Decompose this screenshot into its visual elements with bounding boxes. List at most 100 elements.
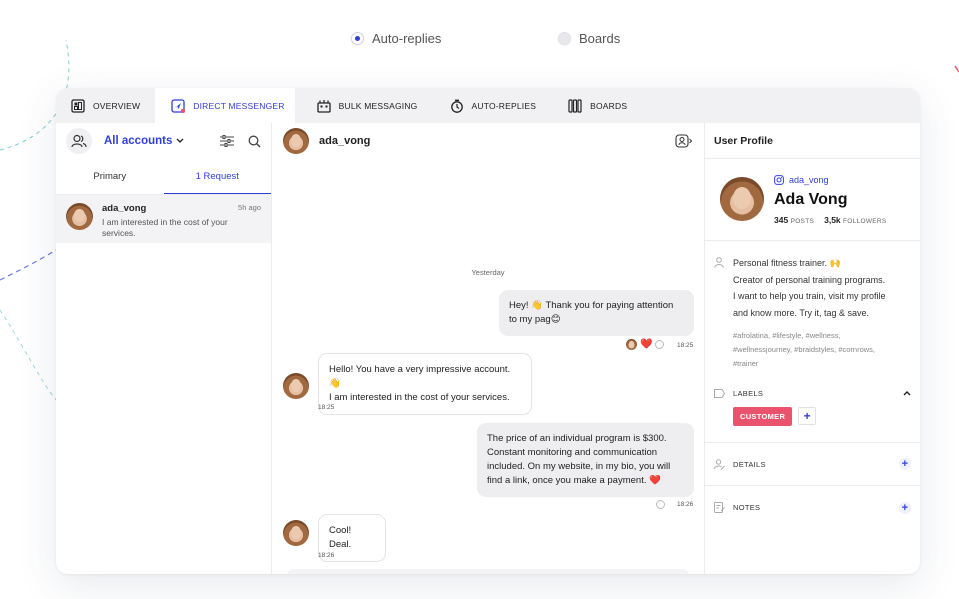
- message-text: Constant monitoring and communication: [487, 447, 658, 458]
- toggle-label: Auto-replies: [372, 31, 442, 46]
- inbox-panel: All accounts Primary 1 Request ada_vong …: [56, 123, 272, 574]
- user-profile-panel: User Profile ada_vong Ada Vong 345 POSTS…: [705, 123, 920, 574]
- tab-bulk-messaging[interactable]: BULK MESSAGING: [295, 88, 440, 123]
- notes-icon: [714, 502, 725, 513]
- profile-handle-text: ada_vong: [789, 175, 829, 185]
- avatar: [66, 203, 93, 230]
- avatar: [283, 520, 309, 546]
- toggle-label: Boards: [579, 31, 621, 46]
- message-reactions: ❤️: [626, 338, 665, 350]
- messenger-icon: [171, 98, 186, 113]
- day-separator: Yesterday: [471, 268, 505, 277]
- profile-card: ada_vong Ada Vong 345 POSTS 3,5k FOLLOWE…: [705, 159, 920, 241]
- hashtag-line: #trainer: [733, 359, 759, 368]
- subtab-primary[interactable]: Primary: [56, 159, 164, 194]
- notes-section-header[interactable]: NOTES +: [705, 486, 920, 529]
- tab-direct-messenger[interactable]: DIRECT MESSENGER: [155, 88, 295, 123]
- add-notes-button[interactable]: +: [899, 501, 911, 514]
- subtab-requests[interactable]: 1 Request: [163, 159, 271, 194]
- message-time: 18:25: [318, 404, 335, 411]
- tab-label: BOARDS: [590, 100, 628, 111]
- message-text: Cool! Deal.: [329, 525, 352, 550]
- read-receipt-icon: [655, 340, 665, 349]
- posts-count: 345: [774, 215, 789, 225]
- bulk-icon: [316, 99, 331, 113]
- toggle-boards[interactable]: Boards: [558, 31, 620, 46]
- instagram-icon: [774, 175, 784, 185]
- label-icon: [714, 388, 725, 398]
- tab-auto-replies[interactable]: AUTO-REPLIES: [440, 88, 559, 123]
- radio-unselected-icon: [558, 32, 571, 45]
- tab-label: AUTO-REPLIES: [471, 100, 537, 111]
- label-chip-customer[interactable]: CUSTOMER: [733, 407, 793, 426]
- add-label-button[interactable]: +: [798, 407, 817, 425]
- labels-list: CUSTOMER +: [705, 407, 920, 443]
- radio-selected-icon: [351, 32, 364, 45]
- heart-reaction-icon: ❤️: [640, 338, 653, 350]
- followers-label: FOLLOWERS: [843, 218, 887, 225]
- message-text: to my pag😊: [509, 314, 561, 325]
- timer-icon: [450, 99, 463, 113]
- avatar: [283, 373, 309, 399]
- profile-bio: Personal fitness trainer. 🙌 Creator of p…: [705, 241, 920, 379]
- avatar: [283, 128, 309, 154]
- message-text: Hello! You have a very impressive accoun…: [329, 364, 511, 389]
- main-tabbar: OVERVIEW DIRECT MESSENGER BULK MESSAGING…: [56, 88, 920, 123]
- filter-sliders-icon[interactable]: [220, 135, 234, 147]
- read-receipt-icon: [656, 500, 665, 509]
- avatar: [626, 339, 637, 350]
- profile-handle[interactable]: ada_vong: [774, 175, 829, 185]
- tab-overview[interactable]: OVERVIEW: [56, 88, 155, 123]
- tab-label: BULK MESSAGING: [338, 100, 418, 111]
- notes-title: NOTES: [733, 503, 761, 512]
- account-selector[interactable]: All accounts: [104, 135, 184, 147]
- app-window: OVERVIEW DIRECT MESSENGER BULK MESSAGING…: [56, 88, 920, 574]
- composer-edge: [288, 569, 688, 574]
- inbox-subtabs: Primary 1 Request: [56, 159, 271, 195]
- message-time: 18:25: [677, 342, 694, 349]
- chevron-down-icon: [176, 138, 184, 143]
- hashtag-line: #wellnessjourney, #braidstyles, #cornrow…: [733, 345, 876, 354]
- conversation-name: ada_vong: [102, 203, 147, 214]
- message-text: Hey! 👋 Thank you for paying attention: [509, 300, 674, 311]
- conversation-time: 5h ago: [238, 203, 261, 212]
- bio-line: Creator of personal training programs.: [733, 274, 886, 285]
- account-selector-label: All accounts: [104, 135, 173, 147]
- tab-label: DIRECT MESSENGER: [193, 100, 285, 111]
- message-time: 18:26: [677, 501, 694, 508]
- labels-section-header[interactable]: LABELS: [705, 379, 920, 407]
- add-details-button[interactable]: +: [899, 458, 911, 470]
- tab-boards[interactable]: BOARDS: [558, 88, 643, 123]
- tab-label: OVERVIEW: [93, 100, 141, 111]
- details-section-header[interactable]: DETAILS +: [705, 443, 920, 486]
- labels-title: LABELS: [733, 388, 764, 398]
- user-edit-icon: [714, 458, 725, 470]
- chat-contact-name: ada_vong: [319, 135, 371, 147]
- profile-stats: 345 POSTS 3,5k FOLLOWERS: [774, 215, 887, 225]
- search-icon[interactable]: [248, 135, 261, 148]
- profile-avatar: [720, 177, 764, 221]
- message-bubble-incoming: Hello! You have a very impressive accoun…: [318, 353, 532, 415]
- conversation-snippet: I am interested in the cost of your serv…: [102, 217, 228, 238]
- message-bubble-outgoing: Hey! 👋 Thank you for paying attention to…: [499, 290, 694, 336]
- message-text: I am interested in the cost of your serv…: [329, 392, 510, 403]
- message-text: included. On my website, in my bio, you …: [487, 461, 671, 472]
- profile-name: Ada Vong: [774, 191, 848, 208]
- details-title: DETAILS: [733, 459, 766, 469]
- conversation-item[interactable]: ada_vong 5h ago I am interested in the c…: [56, 195, 271, 243]
- bio-line: Personal fitness trainer. 🙌: [733, 258, 841, 268]
- user-icon: [714, 257, 724, 268]
- message-text: find a link, once you make a payment. ❤️: [487, 475, 661, 486]
- toggle-auto-replies[interactable]: Auto-replies: [351, 31, 441, 46]
- profile-panel-title: User Profile: [705, 123, 920, 159]
- bio-line: I want to help you train, visit my profi…: [733, 291, 886, 301]
- posts-label: POSTS: [790, 218, 815, 225]
- chevron-up-icon[interactable]: [903, 390, 911, 396]
- message-time: 18:26: [318, 552, 335, 559]
- boards-icon: [568, 98, 582, 113]
- followers-count: 3,5k: [824, 215, 841, 225]
- chat-panel: ada_vong Yesterday Hey! 👋 Thank you for …: [272, 123, 705, 574]
- accounts-icon[interactable]: [66, 128, 92, 154]
- profile-toggle-icon[interactable]: [675, 134, 693, 148]
- dashboard-icon: [71, 98, 85, 113]
